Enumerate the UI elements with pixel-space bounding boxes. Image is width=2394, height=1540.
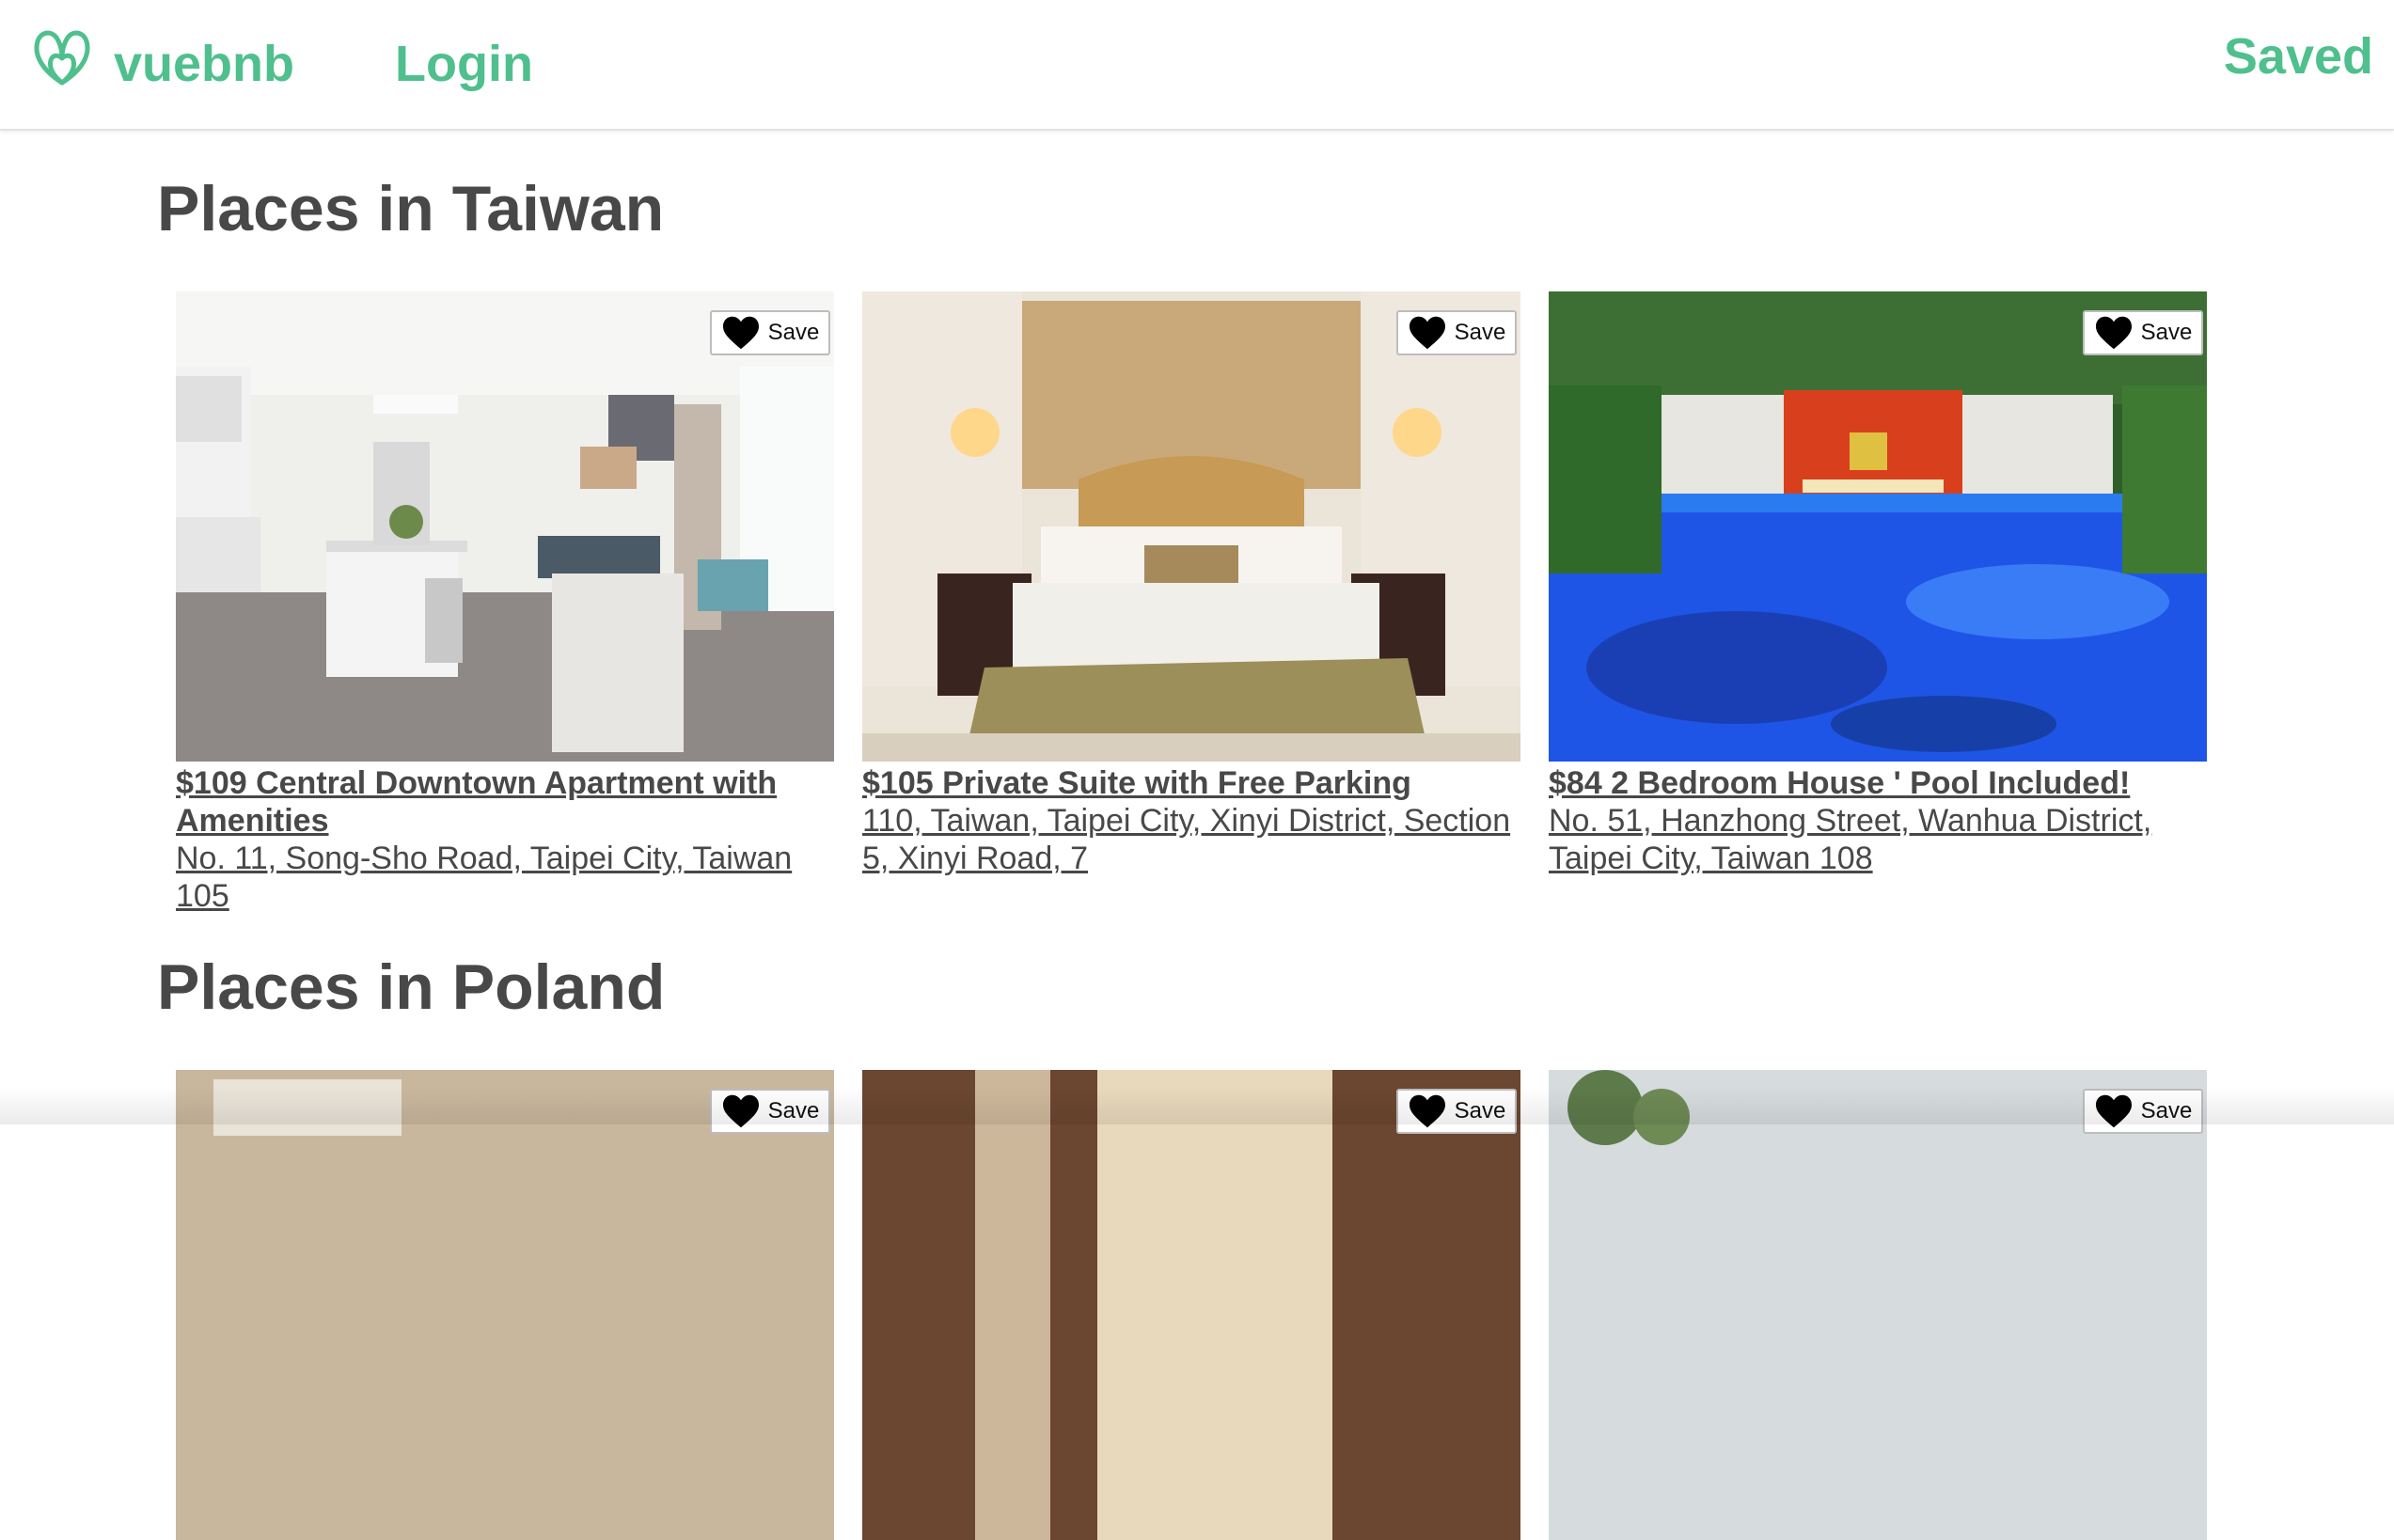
- save-label: Save: [2140, 320, 2193, 345]
- heart-icon: [722, 1094, 759, 1128]
- save-label: Save: [1454, 1098, 1506, 1124]
- heart-icon: [2095, 316, 2132, 350]
- saved-link[interactable]: Saved: [2224, 28, 2373, 85]
- listing-card[interactable]: Save $105 Private Suite with Free Parkin…: [862, 291, 1520, 877]
- bedroom-photo: [176, 1070, 834, 1540]
- section-title-poland: Places in Poland: [157, 951, 666, 1023]
- listing-title[interactable]: $109 Central Downtown Apartment with Ame…: [176, 764, 834, 840]
- listing-title[interactable]: $84 2 Bedroom House ' Pool Included!: [1549, 764, 2207, 802]
- heart-icon: [2095, 1094, 2132, 1128]
- listing-address[interactable]: 110, Taiwan, Taipei City, Xinyi District…: [862, 802, 1520, 877]
- listing-card[interactable]: Save: [176, 1070, 834, 1540]
- curtained-bed-photo: [862, 1070, 1520, 1540]
- listing-thumbnail[interactable]: Save: [176, 1070, 834, 1540]
- listing-address[interactable]: No. 11, Song-Sho Road, Taipei City, Taiw…: [176, 840, 834, 915]
- save-button[interactable]: Save: [1396, 1089, 1517, 1134]
- save-button[interactable]: Save: [1396, 310, 1517, 355]
- heart-icon: [1409, 316, 1445, 350]
- save-label: Save: [1454, 320, 1506, 345]
- listing-thumbnail[interactable]: Save: [862, 1070, 1520, 1540]
- brand-link[interactable]: vuebnb: [114, 36, 294, 92]
- listing-address[interactable]: No. 51, Hanzhong Street, Wanhua District…: [1549, 802, 2207, 877]
- heart-icon: [722, 316, 759, 350]
- listing-card[interactable]: Save $109 Central Downtown Apartment wit…: [176, 291, 834, 915]
- hotel-bedroom-photo: [862, 291, 1520, 762]
- listing-thumbnail[interactable]: Save: [1549, 291, 2207, 762]
- save-button[interactable]: Save: [2083, 310, 2203, 355]
- save-button[interactable]: Save: [2083, 1089, 2203, 1134]
- outdoor-trees-photo: [1549, 1070, 2207, 1540]
- top-navbar: vuebnb Login Saved: [0, 0, 2394, 131]
- heart-icon: [1409, 1094, 1445, 1128]
- listing-card[interactable]: Save $84 2 Bedroom House ' Pool Included…: [1549, 291, 2207, 877]
- login-link[interactable]: Login: [395, 36, 533, 92]
- apartment-living-room-photo: [176, 291, 834, 762]
- swimming-pool-photo: [1549, 291, 2207, 762]
- section-title-taiwan: Places in Taiwan: [157, 173, 665, 244]
- listing-thumbnail[interactable]: Save: [1549, 1070, 2207, 1540]
- save-label: Save: [767, 320, 820, 345]
- listing-thumbnail[interactable]: Save: [176, 291, 834, 762]
- save-button[interactable]: Save: [710, 1089, 830, 1134]
- listing-thumbnail[interactable]: Save: [862, 291, 1520, 762]
- save-button[interactable]: Save: [710, 310, 830, 355]
- listing-card[interactable]: Save: [1549, 1070, 2207, 1540]
- listing-title[interactable]: $105 Private Suite with Free Parking: [862, 764, 1520, 802]
- save-label: Save: [2140, 1098, 2193, 1124]
- listing-card[interactable]: Save: [862, 1070, 1520, 1540]
- vuebnb-logo-icon[interactable]: [28, 26, 96, 94]
- save-label: Save: [767, 1098, 820, 1124]
